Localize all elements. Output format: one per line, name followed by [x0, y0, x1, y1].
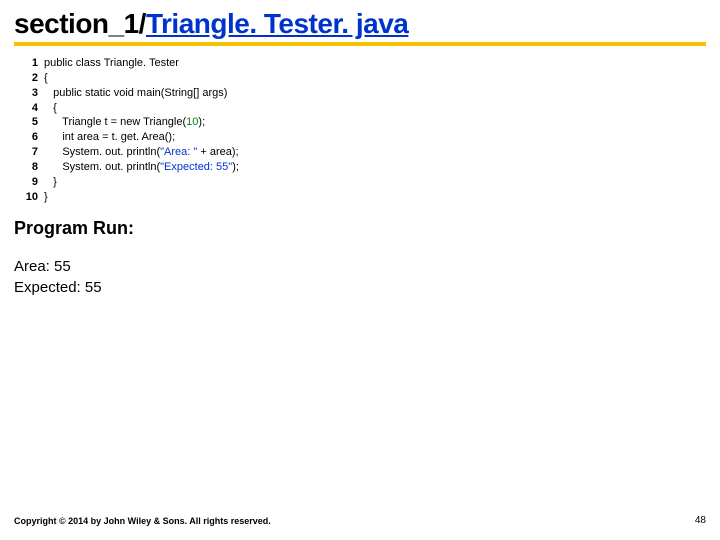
code-line: 9 } [18, 175, 706, 190]
line-number: 5 [18, 115, 38, 130]
code-listing: 1public class Triangle. Tester2{3 public… [14, 56, 706, 204]
code-line: 10} [18, 190, 706, 205]
code-line: 1 public class Triangle. Tester [18, 56, 706, 71]
code-line: 7 System. out. println("Area: " + area); [18, 145, 706, 160]
code-line: 2{ [18, 71, 706, 86]
slide-title-wrap: section_1/Triangle. Tester. java [14, 8, 706, 46]
page-number: 48 [695, 515, 706, 526]
copyright-footer: Copyright © 2014 by John Wiley & Sons. A… [14, 516, 271, 526]
code-text: } [44, 190, 48, 205]
line-number: 4 [18, 101, 38, 116]
code-text: System. out. println("Area: " + area); [44, 145, 239, 160]
code-text: int area = t. get. Area(); [44, 130, 175, 145]
code-line: 4 { [18, 101, 706, 116]
code-text: { [44, 71, 48, 86]
code-text: public static void main(String[] args) [44, 86, 227, 101]
code-line: 5 Triangle t = new Triangle(10); [18, 115, 706, 130]
code-line: 3 public static void main(String[] args) [18, 86, 706, 101]
code-text: { [44, 101, 57, 116]
line-number: 10 [18, 190, 38, 205]
title-prefix: section_1/ [14, 8, 146, 39]
title-filename-link[interactable]: Triangle. Tester. java [146, 8, 408, 39]
line-number: 2 [18, 71, 38, 86]
line-number: 3 [18, 86, 38, 101]
code-text: } [44, 175, 57, 190]
code-text: System. out. println("Expected: 55"); [44, 160, 239, 175]
code-line: 8 System. out. println("Expected: 55"); [18, 160, 706, 175]
slide-title: section_1/Triangle. Tester. java [14, 8, 706, 40]
line-number: 1 [18, 56, 38, 71]
code-line: 6 int area = t. get. Area(); [18, 130, 706, 145]
program-run-heading: Program Run: [14, 218, 706, 239]
line-number: 6 [18, 130, 38, 145]
program-output: Area: 55 Expected: 55 [14, 257, 706, 298]
line-number: 7 [18, 145, 38, 160]
line-number: 9 [18, 175, 38, 190]
line-number: 8 [18, 160, 38, 175]
code-text: Triangle t = new Triangle(10); [44, 115, 205, 130]
code-text: public class Triangle. Tester [44, 56, 179, 71]
